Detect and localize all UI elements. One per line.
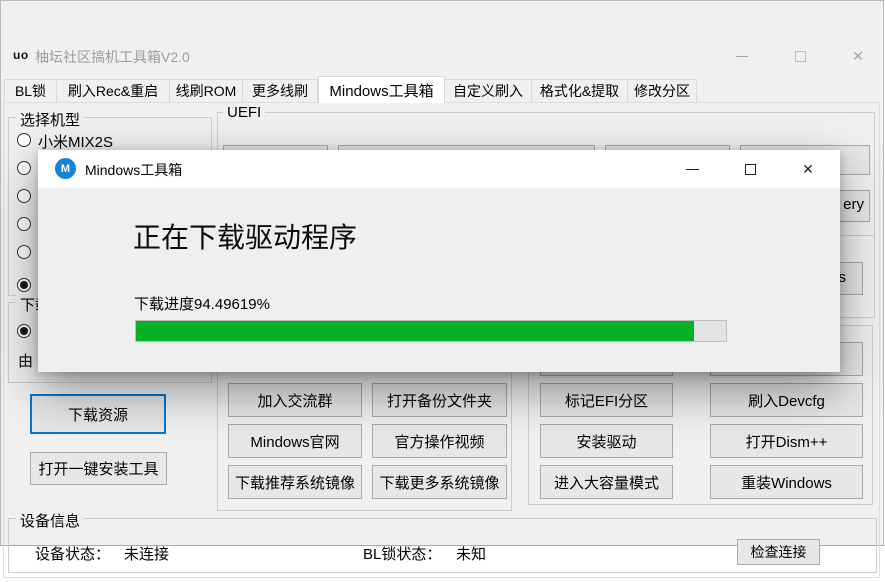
- mindows-official-site-button[interactable]: Mindows官网: [228, 424, 362, 458]
- app-icon: uo: [13, 48, 29, 62]
- uefi-group-label: UEFI: [223, 104, 265, 121]
- close-button[interactable]: ✕: [837, 42, 879, 70]
- official-video-button[interactable]: 官方操作视频: [372, 424, 507, 458]
- device-status-label: 设备状态：: [35, 543, 110, 564]
- close-icon: ✕: [852, 48, 864, 65]
- radio-model-3[interactable]: [17, 189, 31, 203]
- dialog-maximize-button[interactable]: [730, 154, 770, 184]
- download-recommended-image-button[interactable]: 下载推荐系统镜像: [228, 465, 362, 499]
- enter-mass-storage-button[interactable]: 进入大容量模式: [540, 465, 673, 499]
- minimize-icon: [736, 56, 748, 57]
- tab-bar: BL锁 刷入Rec&重启 线刷ROM 更多线刷 Mindows工具箱 自定义刷入…: [4, 79, 697, 103]
- radio-model-1[interactable]: [17, 133, 31, 147]
- device-status-value: 未连接: [124, 543, 169, 564]
- download-source-text-fragment: 由: [18, 350, 33, 371]
- check-connection-button[interactable]: 检查连接: [737, 539, 820, 565]
- tab-modify-partition[interactable]: 修改分区: [628, 79, 697, 103]
- bl-status-value: 未知: [456, 543, 486, 564]
- dialog-maximize-icon: [745, 164, 756, 175]
- flash-devcfg-button[interactable]: 刷入Devcfg: [710, 383, 863, 417]
- install-driver-button[interactable]: 安装驱动: [540, 424, 673, 458]
- bl-status-label: BL锁状态：: [363, 543, 441, 564]
- model-select-group-label: 选择机型: [16, 109, 84, 130]
- radio-model-1-label[interactable]: 小米MIX2S: [38, 131, 113, 152]
- download-resource-button[interactable]: 下载资源: [30, 394, 166, 434]
- dialog-minimize-icon: [686, 169, 699, 170]
- dialog-mindows-toolbox: M Mindows工具箱 ✕ 正在下载驱动程序 下载进度94.49619%: [38, 150, 840, 372]
- tab-more-fastboot[interactable]: 更多线刷: [243, 79, 318, 103]
- mark-efi-partition-button[interactable]: 标记EFI分区: [540, 383, 673, 417]
- dialog-app-icon: M: [55, 158, 76, 179]
- screen: uo 柚坛社区搞机工具箱V2.0 ✕ BL锁 刷入Rec&重启 线刷ROM 更多…: [0, 0, 885, 582]
- tab-flash-rec-restart[interactable]: 刷入Rec&重启: [57, 79, 170, 103]
- window-title: 柚坛社区搞机工具箱V2.0: [35, 47, 190, 67]
- dialog-heading: 正在下载驱动程序: [133, 216, 357, 256]
- reinstall-windows-button[interactable]: 重装Windows: [710, 465, 863, 499]
- tab-mindows-toolbox[interactable]: Mindows工具箱: [318, 76, 445, 103]
- tab-custom-flash[interactable]: 自定义刷入: [445, 79, 532, 103]
- tab-format-extract[interactable]: 格式化&提取: [532, 79, 628, 103]
- maximize-button[interactable]: [779, 42, 821, 70]
- tab-bl-lock[interactable]: BL锁: [4, 79, 57, 103]
- join-group-button[interactable]: 加入交流群: [228, 383, 362, 417]
- open-one-click-installer-button[interactable]: 打开一键安装工具: [30, 452, 167, 485]
- download-progress-label: 下载进度94.49619%: [134, 293, 270, 314]
- progress-bar-fill: [136, 321, 694, 341]
- radio-model-5[interactable]: [17, 245, 31, 259]
- radio-download-source[interactable]: [17, 324, 31, 338]
- open-dism-button[interactable]: 打开Dism++: [710, 424, 863, 458]
- progress-bar: [135, 320, 727, 342]
- radio-model-4[interactable]: [17, 217, 31, 231]
- download-more-images-button[interactable]: 下载更多系统镜像: [372, 465, 507, 499]
- minimize-button[interactable]: [721, 42, 763, 70]
- dialog-close-icon: ✕: [802, 161, 814, 178]
- maximize-icon: [795, 51, 806, 62]
- tab-fastboot-rom[interactable]: 线刷ROM: [170, 79, 243, 103]
- dialog-minimize-button[interactable]: [672, 154, 712, 184]
- radio-model-6[interactable]: [17, 278, 31, 292]
- dialog-close-button[interactable]: ✕: [788, 154, 828, 184]
- open-backup-folder-button[interactable]: 打开备份文件夹: [372, 383, 507, 417]
- dialog-title: Mindows工具箱: [85, 160, 182, 180]
- device-info-group-label: 设备信息: [16, 510, 84, 531]
- radio-model-2[interactable]: [17, 161, 31, 175]
